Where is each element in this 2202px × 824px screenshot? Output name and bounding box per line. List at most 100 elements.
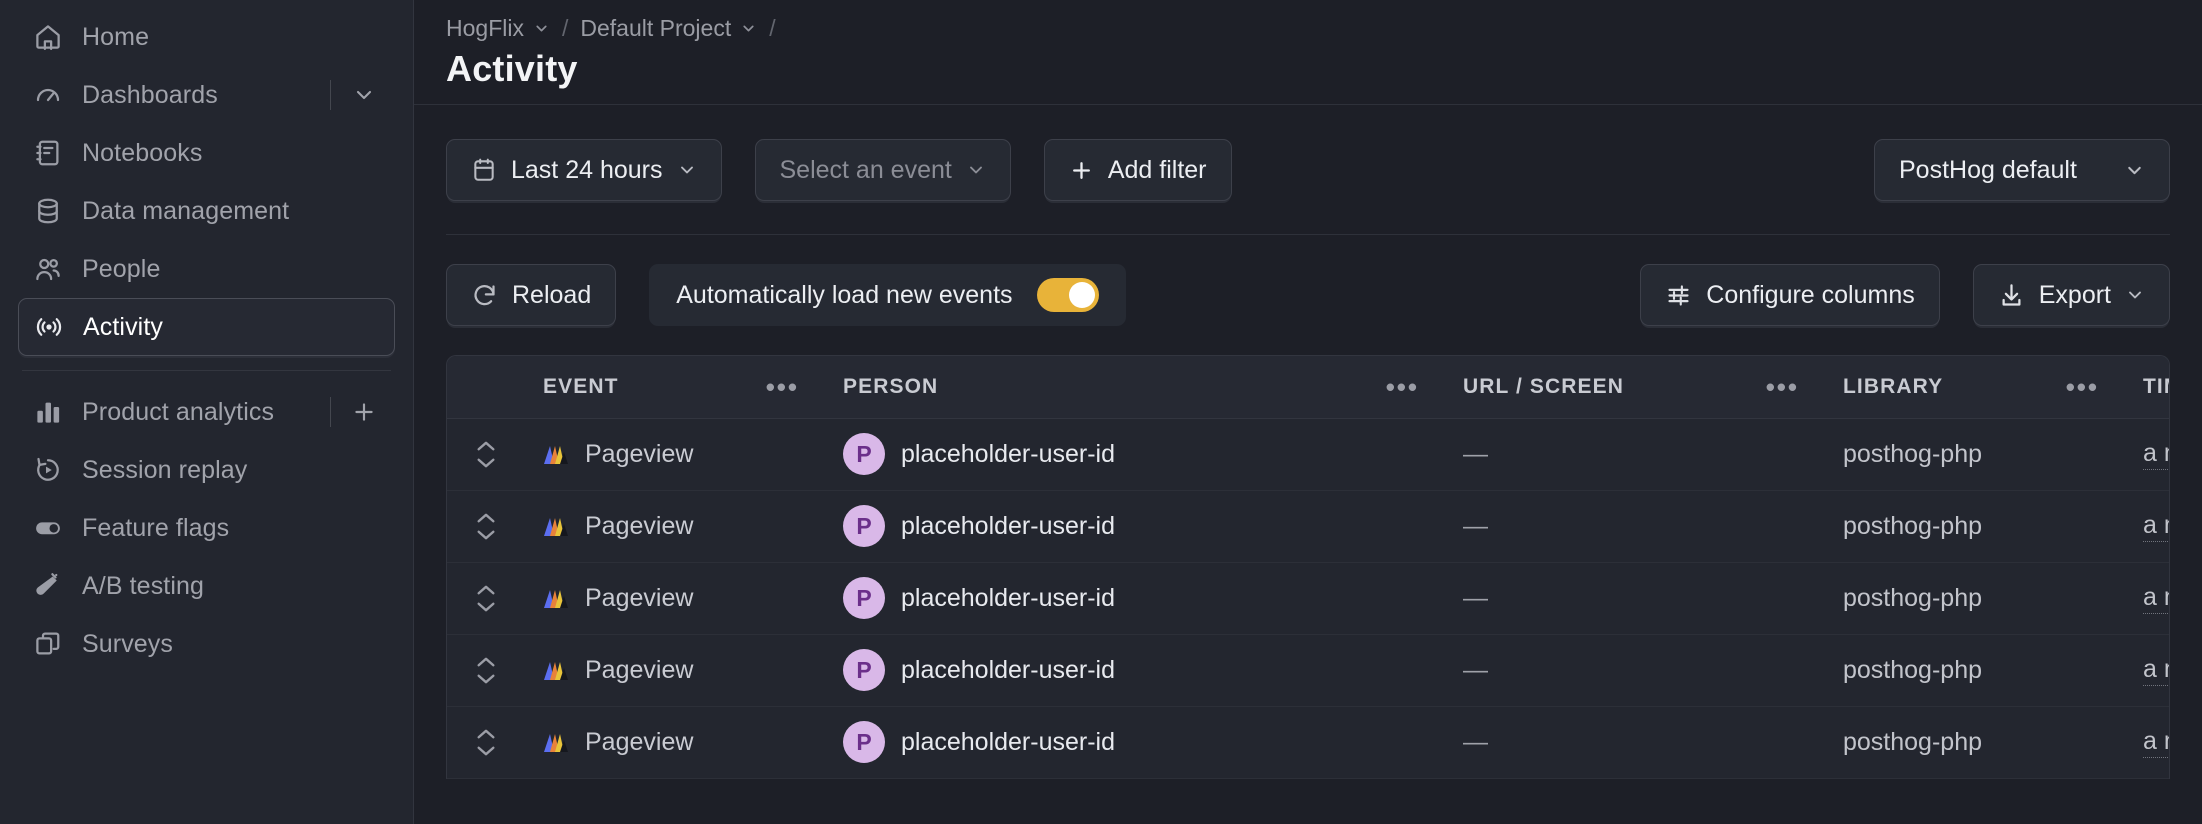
plus-icon[interactable] (347, 395, 381, 429)
library-value: posthog-php (1843, 655, 1983, 684)
cell-url: — (1445, 418, 1825, 491)
column-menu-icon[interactable]: ••• (758, 374, 807, 400)
table-row[interactable]: Pageview P placeholder-user-id — posthog… (447, 562, 2169, 635)
row-expand-cell[interactable] (447, 490, 525, 563)
table-header-person-label: Person (843, 374, 939, 398)
time-value: a minute ago (2143, 655, 2169, 686)
sliders-icon (1668, 284, 1689, 306)
cell-person[interactable]: P placeholder-user-id (825, 418, 1445, 491)
sidebar-item-a-b-testing[interactable]: A/B testing (18, 557, 395, 615)
pageview-icon (544, 590, 568, 608)
data-source-select[interactable]: PostHog default (1874, 139, 2170, 201)
breadcrumb-organization[interactable]: HogFlix (446, 15, 550, 42)
expand-toggle-icon[interactable] (465, 707, 507, 778)
bar-chart-icon (32, 396, 64, 428)
column-menu-icon[interactable]: ••• (1378, 374, 1427, 400)
cell-url: — (1445, 706, 1825, 779)
cell-person[interactable]: P placeholder-user-id (825, 634, 1445, 707)
sidebar-item-dashboards[interactable]: Dashboards (18, 66, 395, 124)
cell-event[interactable]: Pageview (525, 634, 825, 707)
sidebar-divider (22, 370, 391, 371)
cell-person[interactable]: P placeholder-user-id (825, 706, 1445, 779)
cell-library: posthog-php (1825, 706, 2125, 779)
sidebar-item-notebooks[interactable]: Notebooks (18, 124, 395, 182)
avatar[interactable]: P (843, 649, 885, 691)
person-link[interactable]: placeholder-user-id (901, 584, 1115, 613)
reload-label: Reload (512, 280, 592, 309)
person-link[interactable]: placeholder-user-id (901, 440, 1115, 469)
avatar[interactable]: P (843, 577, 885, 619)
sidebar-primary-nav: Home Dashboards Notebooks Data management P… (18, 8, 395, 356)
sidebar-item-product-analytics[interactable]: Product analytics (18, 383, 395, 441)
cell-library: posthog-php (1825, 562, 2125, 635)
sidebar-trailing-separator (330, 397, 331, 427)
download-icon (2002, 283, 2021, 306)
date-range-button[interactable]: Last 24 hours (446, 139, 722, 201)
event-name: Pageview (585, 655, 694, 684)
sidebar-item-feature-flags[interactable]: Feature flags (18, 499, 395, 557)
surveys-stack-icon (32, 628, 64, 660)
person-link[interactable]: placeholder-user-id (901, 728, 1115, 757)
avatar[interactable]: P (843, 505, 885, 547)
breadcrumb-project[interactable]: Default Project (580, 15, 757, 42)
table-row[interactable]: Pageview P placeholder-user-id — posthog… (447, 706, 2169, 779)
table-row[interactable]: Pageview P placeholder-user-id — posthog… (447, 490, 2169, 563)
cell-event[interactable]: Pageview (525, 562, 825, 635)
sidebar-item-data-management[interactable]: Data management (18, 182, 395, 240)
event-select-button[interactable]: Select an event (754, 139, 1011, 201)
autoload-switch[interactable] (1036, 278, 1099, 312)
sidebar-item-home[interactable]: Home (18, 8, 395, 66)
table-row[interactable]: Pageview P placeholder-user-id — posthog… (447, 418, 2169, 491)
expand-toggle-icon[interactable] (465, 635, 507, 706)
title-divider (414, 104, 2202, 105)
sidebar-item-activity[interactable]: Activity (18, 298, 395, 356)
column-menu-icon[interactable]: ••• (2058, 374, 2107, 400)
reload-button[interactable]: Reload (446, 264, 617, 326)
sidebar-item-trailing (330, 78, 381, 112)
column-menu-icon[interactable]: ••• (1758, 374, 1807, 400)
person-link[interactable]: placeholder-user-id (901, 512, 1115, 541)
sidebar-item-people[interactable]: People (18, 240, 395, 298)
sidebar-item-label: Product analytics (82, 397, 275, 426)
configure-columns-label: Configure columns (1706, 280, 1915, 309)
expand-toggle-icon[interactable] (465, 419, 507, 490)
row-expand-cell[interactable] (447, 418, 525, 491)
add-filter-button[interactable]: Add filter (1043, 139, 1232, 201)
breadcrumb: HogFlix / Default Project / (414, 0, 2202, 42)
cell-url: — (1445, 562, 1825, 635)
cell-person[interactable]: P placeholder-user-id (825, 562, 1445, 635)
avatar[interactable]: P (843, 721, 885, 763)
url-value: — (1463, 439, 1488, 468)
chevron-down-icon (2125, 285, 2145, 305)
breadcrumb-project-label: Default Project (580, 14, 732, 41)
sidebar-item-session-replay[interactable]: Session replay (18, 441, 395, 499)
cell-time: a minute ago (2125, 562, 2169, 635)
expand-toggle-icon[interactable] (465, 563, 507, 634)
export-button[interactable]: Export (1972, 264, 2170, 326)
data-source-label: PostHog default (1899, 155, 2077, 184)
table-row[interactable]: Pageview P placeholder-user-id — posthog… (447, 634, 2169, 707)
cell-person[interactable]: P placeholder-user-id (825, 490, 1445, 563)
row-expand-cell[interactable] (447, 634, 525, 707)
events-table: Event ••• Person ••• URL / Screen ••• Li… (446, 355, 2170, 779)
avatar[interactable]: P (843, 433, 885, 475)
expand-toggle-icon[interactable] (465, 491, 507, 562)
event-name: Pageview (585, 727, 694, 756)
cell-event[interactable]: Pageview (525, 706, 825, 779)
export-label: Export (2038, 280, 2111, 309)
cell-time: a minute ago (2125, 418, 2169, 491)
home-icon (32, 21, 64, 53)
autoload-toggle[interactable]: Automatically load new events (649, 264, 1126, 326)
configure-columns-button[interactable]: Configure columns (1640, 264, 1940, 326)
row-expand-cell[interactable] (447, 706, 525, 779)
cell-time: a minute ago (2125, 490, 2169, 563)
breadcrumb-separator-last: / (769, 14, 776, 41)
chevron-down-icon[interactable] (347, 78, 381, 112)
replay-play-icon (32, 454, 64, 486)
cell-event[interactable]: Pageview (525, 418, 825, 491)
row-expand-cell[interactable] (447, 562, 525, 635)
cell-event[interactable]: Pageview (525, 490, 825, 563)
events-table-element: Event ••• Person ••• URL / Screen ••• Li… (447, 356, 2169, 779)
sidebar-item-surveys[interactable]: Surveys (18, 615, 395, 673)
person-link[interactable]: placeholder-user-id (901, 656, 1115, 685)
